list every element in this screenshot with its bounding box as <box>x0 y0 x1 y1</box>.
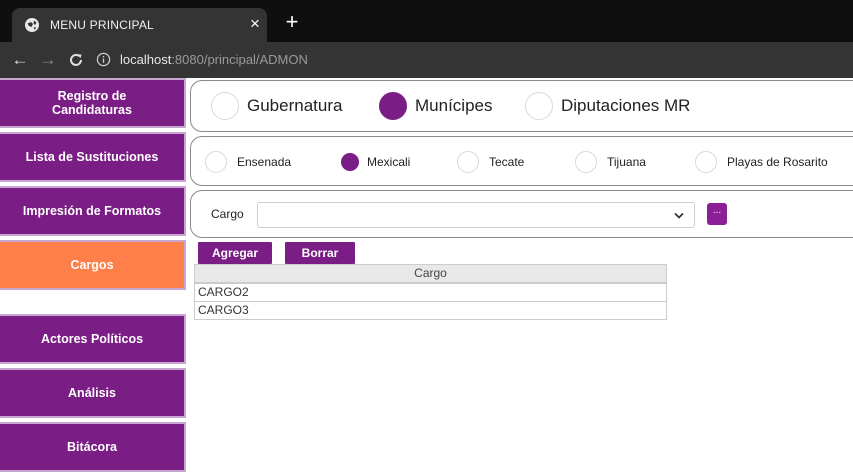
radio-label: Mexicali <box>367 155 411 169</box>
radio-button[interactable] <box>525 92 553 120</box>
cargo-filter-row: Cargo ... <box>190 190 853 238</box>
sidebar-item-impresion-formatos[interactable]: Impresión de Formatos <box>0 186 186 236</box>
globe-icon <box>25 18 39 32</box>
sidebar-item-lista-sustituciones[interactable]: Lista de Sustituciones <box>0 132 186 182</box>
radio-button-selected[interactable] <box>341 153 359 171</box>
delete-button[interactable]: Borrar <box>285 242 355 264</box>
radio-playas-de-rosarito[interactable]: Playas de Rosarito <box>695 151 828 173</box>
sidebar-item-registro-candidaturas[interactable]: Registro de Candidaturas <box>0 78 186 128</box>
election-type-group: Gubernatura Munícipes Diputaciones MR <box>190 80 853 132</box>
radio-label: Munícipes <box>415 96 493 115</box>
chevron-down-icon <box>674 212 684 219</box>
cargo-label: Cargo <box>211 207 244 221</box>
radio-tecate[interactable]: Tecate <box>457 151 524 173</box>
radio-button[interactable] <box>211 92 239 120</box>
municipality-group: Ensenada Mexicali Tecate Tijuana Playas … <box>190 136 853 186</box>
sidebar-item-bitacora[interactable]: Bitácora <box>0 422 186 472</box>
url-host: localhost <box>120 52 172 67</box>
radio-mexicali[interactable]: Mexicali <box>339 151 410 173</box>
table-row[interactable]: CARGO2 <box>195 283 666 301</box>
browser-tab[interactable]: MENU PRINCIPAL × <box>12 8 267 42</box>
radio-label: Tijuana <box>607 155 646 169</box>
sidebar: Registro de Candidaturas Lista de Sustit… <box>0 78 186 472</box>
cargo-table: Cargo CARGO2 CARGO3 <box>194 264 667 320</box>
radio-label: Diputaciones MR <box>561 96 691 115</box>
browser-toolbar: ← → localhost:8080/principal/ADMON <box>0 42 853 78</box>
close-tab-icon[interactable]: × <box>246 15 264 33</box>
radio-tijuana[interactable]: Tijuana <box>575 151 646 173</box>
radio-button[interactable] <box>695 151 717 173</box>
sidebar-item-cargos[interactable]: Cargos <box>0 240 186 290</box>
sidebar-item-actores-politicos[interactable]: Actores Políticos <box>0 314 186 364</box>
radio-label: Gubernatura <box>247 96 343 115</box>
radio-label: Ensenada <box>237 155 292 169</box>
page-content: Registro de Candidaturas Lista de Sustit… <box>0 78 853 472</box>
radio-label: Tecate <box>489 155 525 169</box>
address-bar[interactable]: localhost:8080/principal/ADMON <box>120 52 308 67</box>
radio-municipes[interactable]: Munícipes <box>379 92 492 120</box>
reload-icon[interactable] <box>66 50 86 70</box>
radio-button[interactable] <box>457 151 479 173</box>
cargo-more-button[interactable]: ... <box>707 203 727 225</box>
radio-button-selected[interactable] <box>379 92 407 120</box>
cargo-select[interactable] <box>257 202 695 228</box>
radio-button[interactable] <box>575 151 597 173</box>
new-tab-icon[interactable]: + <box>282 11 302 33</box>
browser-tabstrip: MENU PRINCIPAL × + <box>0 0 853 42</box>
site-info-icon[interactable] <box>96 52 111 67</box>
radio-label: Playas de Rosarito <box>727 155 828 169</box>
add-button[interactable]: Agregar <box>198 242 272 264</box>
forward-arrow-icon[interactable]: → <box>38 50 58 70</box>
tab-title: MENU PRINCIPAL <box>50 18 154 32</box>
radio-ensenada[interactable]: Ensenada <box>205 151 291 173</box>
radio-diputaciones-mr[interactable]: Diputaciones MR <box>525 92 690 120</box>
radio-gubernatura[interactable]: Gubernatura <box>211 92 342 120</box>
column-header-cargo[interactable]: Cargo <box>195 265 666 283</box>
table-row[interactable]: CARGO3 <box>195 301 666 319</box>
radio-button[interactable] <box>205 151 227 173</box>
url-path: :8080/principal/ADMON <box>171 52 308 67</box>
back-arrow-icon[interactable]: ← <box>10 50 30 70</box>
sidebar-item-analisis[interactable]: Análisis <box>0 368 186 418</box>
